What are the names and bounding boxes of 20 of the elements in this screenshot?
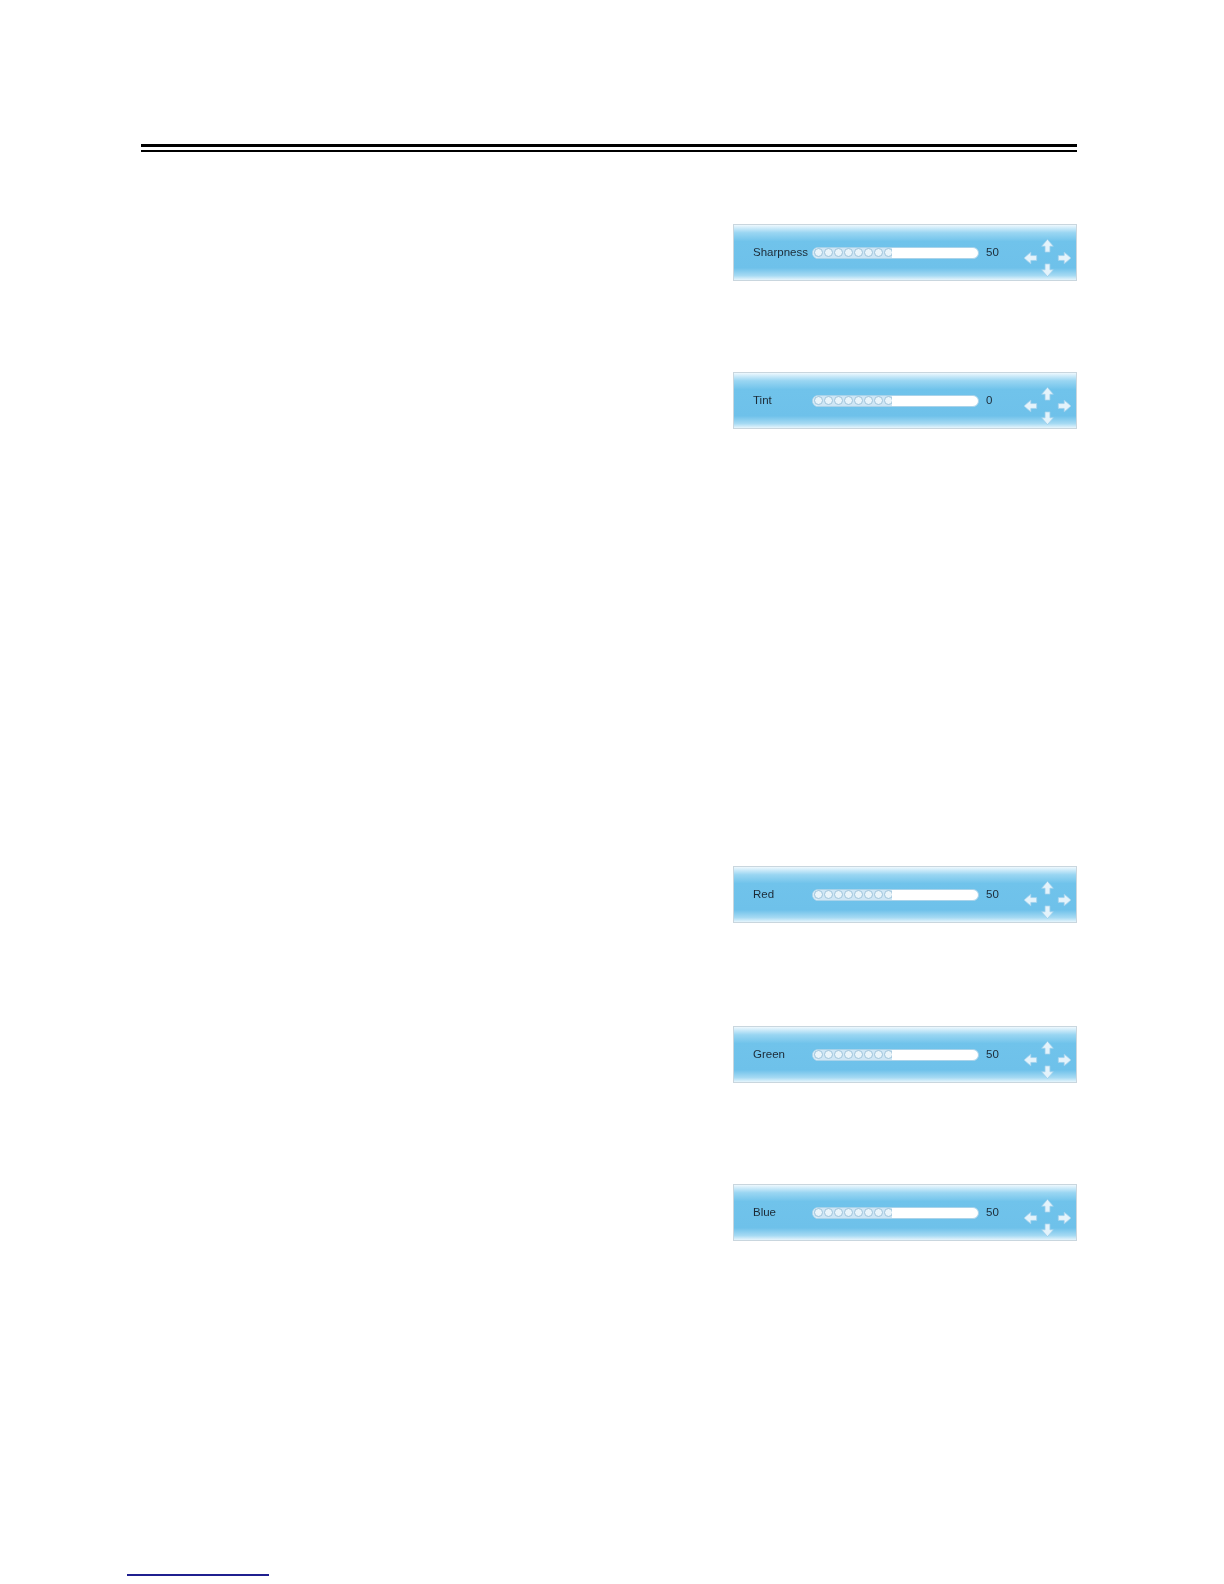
slider-track[interactable] [812, 246, 979, 259]
slider-value: 50 [986, 888, 1000, 901]
direction-arrows-icon [1023, 237, 1072, 278]
slider-track[interactable] [812, 1048, 979, 1061]
direction-arrows-icon [1023, 1039, 1072, 1080]
slider-label: Sharpness [753, 246, 809, 259]
slider-value: 50 [986, 246, 1000, 259]
slider-value: 50 [986, 1206, 1000, 1219]
slider-track[interactable] [812, 394, 979, 407]
slider-label: Red [753, 888, 776, 901]
slider-value: 50 [986, 1048, 1000, 1061]
direction-arrows-icon [1023, 1197, 1072, 1238]
slider-label: Tint [753, 394, 773, 407]
direction-arrows-icon [1023, 385, 1072, 426]
slider-label: Blue [753, 1206, 778, 1219]
slider-value: 0 [986, 394, 994, 407]
direction-arrows-icon [1023, 879, 1072, 920]
slider-label: Green [753, 1048, 786, 1061]
slider-track[interactable] [812, 1206, 979, 1219]
slider-track[interactable] [812, 888, 979, 901]
